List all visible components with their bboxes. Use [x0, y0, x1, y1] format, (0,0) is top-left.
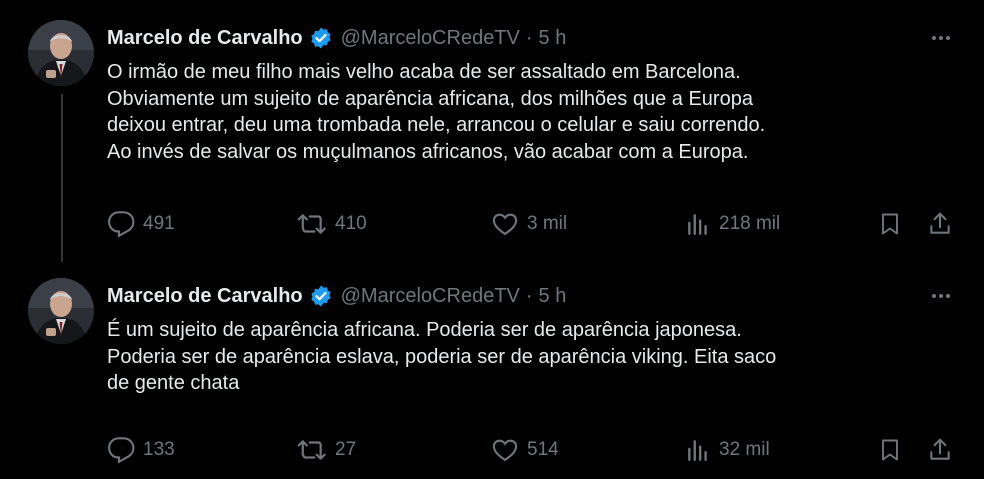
views-icon — [685, 210, 711, 238]
tweet-actions: 133 27 514 32 mil — [107, 435, 954, 465]
like-count: 3 mil — [527, 213, 568, 234]
views-count: 218 mil — [719, 213, 781, 234]
views-count: 32 mil — [719, 439, 770, 460]
author-handle[interactable]: @MarceloCRedeTV — [341, 27, 520, 50]
separator-dot: · — [525, 284, 533, 307]
tweet[interactable]: Marcelo de Carvalho @MarceloCRedeTV · 5 … — [0, 0, 984, 274]
author-handle[interactable]: @MarceloCRedeTV — [341, 285, 520, 308]
tweet-text: O irmão de meu filho mais velho acaba de… — [107, 61, 766, 163]
like-icon — [491, 436, 519, 464]
retweet-icon — [297, 210, 327, 238]
author-name[interactable]: Marcelo de Carvalho — [107, 27, 303, 50]
tweet[interactable]: Marcelo de Carvalho @MarceloCRedeTV · 5 … — [0, 262, 984, 479]
author-name[interactable]: Marcelo de Carvalho — [107, 285, 303, 308]
share-icon[interactable] — [927, 211, 953, 237]
verified-badge-icon — [309, 26, 333, 50]
more-icon[interactable] — [928, 25, 954, 51]
like-icon — [491, 210, 519, 238]
timestamp[interactable]: 5 h — [539, 285, 567, 308]
thread-line — [61, 94, 63, 274]
bookmark-icon[interactable] — [877, 437, 903, 463]
avatar[interactable] — [28, 278, 94, 344]
avatar[interactable] — [28, 20, 94, 86]
retweet-button[interactable]: 410 — [297, 209, 367, 239]
separator-dot: · — [525, 26, 533, 49]
reply-count: 491 — [143, 213, 175, 234]
timestamp[interactable]: 5 h — [539, 27, 567, 50]
bookmark-icon[interactable] — [877, 211, 903, 237]
retweet-button[interactable]: 27 — [297, 435, 356, 465]
reply-count: 133 — [143, 439, 175, 460]
retweet-count: 410 — [335, 213, 367, 234]
more-icon[interactable] — [928, 283, 954, 309]
reply-button[interactable]: 491 — [107, 209, 175, 239]
like-count: 514 — [527, 439, 559, 460]
views-button[interactable]: 32 mil — [685, 435, 770, 465]
like-button[interactable]: 514 — [491, 435, 559, 465]
views-button[interactable]: 218 mil — [685, 209, 780, 239]
retweet-icon — [297, 436, 327, 464]
views-icon — [685, 436, 711, 464]
tweet-header: Marcelo de Carvalho @MarceloCRedeTV · 5 … — [107, 282, 566, 310]
like-button[interactable]: 3 mil — [491, 209, 567, 239]
tweet-header: Marcelo de Carvalho @MarceloCRedeTV · 5 … — [107, 24, 566, 52]
verified-badge-icon — [309, 284, 333, 308]
reply-button[interactable]: 133 — [107, 435, 175, 465]
reply-icon — [107, 210, 135, 238]
reply-icon — [107, 436, 135, 464]
share-icon[interactable] — [927, 437, 953, 463]
tweet-text: É um sujeito de aparência africana. Pode… — [107, 319, 777, 394]
tweet-actions: 491 410 3 mil 218 mil — [107, 209, 954, 239]
retweet-count: 27 — [335, 439, 357, 460]
